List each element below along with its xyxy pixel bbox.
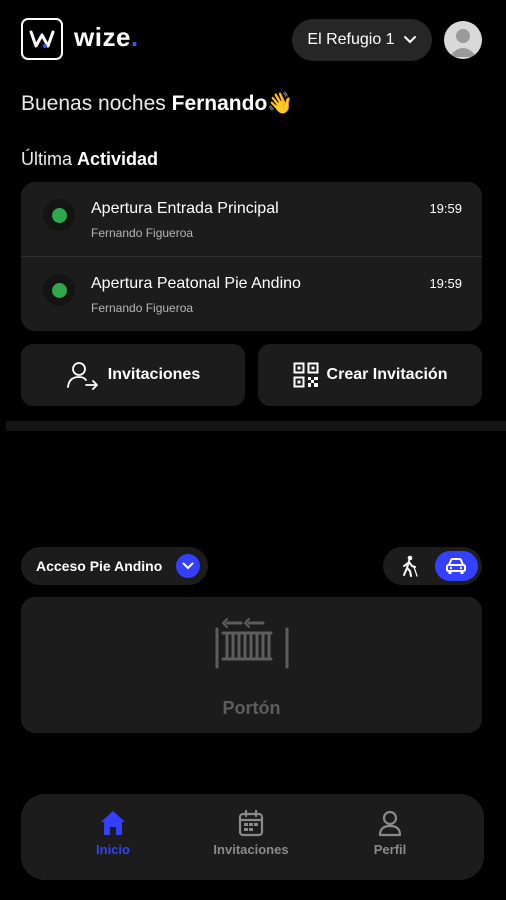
activity-title: Apertura Entrada Principal [91, 200, 279, 217]
activity-section-title: Última Actividad [21, 149, 159, 169]
qr-code-icon [293, 362, 319, 388]
activity-card: Apertura Entrada Principal Fernando Figu… [21, 182, 482, 331]
gate-card[interactable]: Portón [21, 597, 482, 733]
gate-icon [215, 618, 289, 669]
user-arrow-icon [66, 362, 98, 390]
create-invitation-button-label: Crear Invitación [326, 366, 448, 383]
pedestrian-icon [402, 555, 418, 577]
app-logo [21, 18, 63, 60]
activity-title: Apertura Peatonal Pie Andino [91, 275, 301, 292]
invitations-button[interactable]: Invitaciones [21, 344, 245, 406]
user-avatar-icon [449, 29, 477, 57]
access-selector[interactable]: Acceso Pie Andino [21, 547, 208, 585]
app-name: wize. [74, 22, 139, 52]
activity-item[interactable]: Apertura Peatonal Pie Andino Fernando Fi… [21, 257, 482, 331]
status-indicator [43, 274, 75, 306]
nav-label: Perfil [373, 842, 407, 857]
wave-emoji: 👋 [267, 92, 294, 115]
nav-label: Inicio [96, 842, 130, 857]
pedestrian-mode-button[interactable] [387, 551, 431, 581]
gate-label: Portón [222, 698, 281, 718]
create-invitation-button[interactable]: Crear Invitación [258, 344, 482, 406]
activity-time: 19:59 [429, 201, 462, 216]
chevron-down-icon [403, 36, 416, 44]
activity-item[interactable]: Apertura Entrada Principal Fernando Figu… [21, 182, 482, 257]
location-selector[interactable]: El Refugio 1 [292, 19, 432, 61]
avatar[interactable] [444, 21, 482, 59]
nav-item-inicio[interactable]: Inicio [63, 808, 163, 857]
activity-time: 19:59 [429, 276, 462, 291]
bottom-nav: Inicio Invitaciones Perfil [21, 794, 484, 880]
chevron-down-icon [176, 554, 200, 578]
greeting: Buenas noches Fernando👋 [21, 92, 294, 115]
activity-user: Fernando Figueroa [91, 226, 194, 240]
calendar-icon [238, 809, 264, 837]
user-icon [378, 810, 402, 837]
nav-item-invitaciones[interactable]: Invitaciones [201, 808, 301, 857]
access-mode-toggle [383, 547, 482, 585]
nav-label: Invitaciones [213, 842, 289, 857]
section-divider [6, 421, 506, 431]
home-icon [101, 811, 125, 835]
status-indicator [43, 199, 75, 231]
nav-item-perfil[interactable]: Perfil [340, 808, 440, 857]
vehicle-mode-button[interactable] [434, 551, 478, 581]
activity-user: Fernando Figueroa [91, 301, 194, 315]
location-label: El Refugio 1 [307, 31, 395, 48]
car-icon [446, 558, 467, 574]
access-selected-label: Acceso Pie Andino [36, 558, 163, 574]
wize-logo-icon [29, 30, 55, 48]
invitations-button-label: Invitaciones [107, 366, 201, 383]
